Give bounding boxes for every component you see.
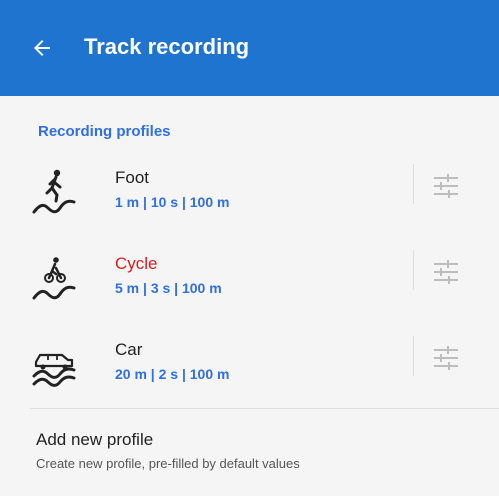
- profile-settings-button[interactable]: [424, 250, 468, 294]
- profile-params: 20 m | 2 s | 100 m: [115, 366, 230, 382]
- content-area: Recording profiles Foot 1 m | 10 s | 100…: [0, 96, 499, 496]
- profile-params: 5 m | 3 s | 100 m: [115, 280, 222, 296]
- back-button[interactable]: [22, 28, 62, 68]
- profile-row-car[interactable]: Car 20 m | 2 s | 100 m: [0, 324, 499, 410]
- sliders-icon: [434, 260, 458, 284]
- profile-settings-button[interactable]: [424, 336, 468, 380]
- app-bar: Track recording: [0, 0, 499, 96]
- profile-name: Cycle: [115, 254, 158, 273]
- page-title: Track recording: [84, 34, 250, 59]
- car-icon: [32, 353, 76, 387]
- list-divider: [30, 408, 499, 409]
- vertical-divider: [413, 164, 414, 204]
- walking-icon: [32, 169, 76, 214]
- sliders-icon: [434, 174, 458, 198]
- profile-settings-button[interactable]: [424, 164, 468, 208]
- add-profile-subtitle: Create new profile, pre-filled by defaul…: [36, 456, 300, 471]
- vertical-divider: [413, 250, 414, 290]
- sliders-icon: [434, 346, 458, 370]
- vertical-divider: [413, 336, 414, 376]
- add-profile-title: Add new profile: [36, 430, 154, 449]
- profile-row-foot[interactable]: Foot 1 m | 10 s | 100 m: [0, 152, 499, 238]
- section-header-recording-profiles: Recording profiles: [38, 123, 171, 140]
- add-new-profile-item[interactable]: Add new profile Create new profile, pre-…: [0, 414, 499, 492]
- profile-name: Foot: [115, 168, 150, 187]
- arrow-left-icon: [34, 40, 50, 56]
- profile-name: Car: [115, 340, 143, 359]
- profile-params: 1 m | 10 s | 100 m: [115, 194, 230, 210]
- cycling-icon: [32, 257, 76, 300]
- profile-row-cycle[interactable]: Cycle 5 m | 3 s | 100 m: [0, 238, 499, 324]
